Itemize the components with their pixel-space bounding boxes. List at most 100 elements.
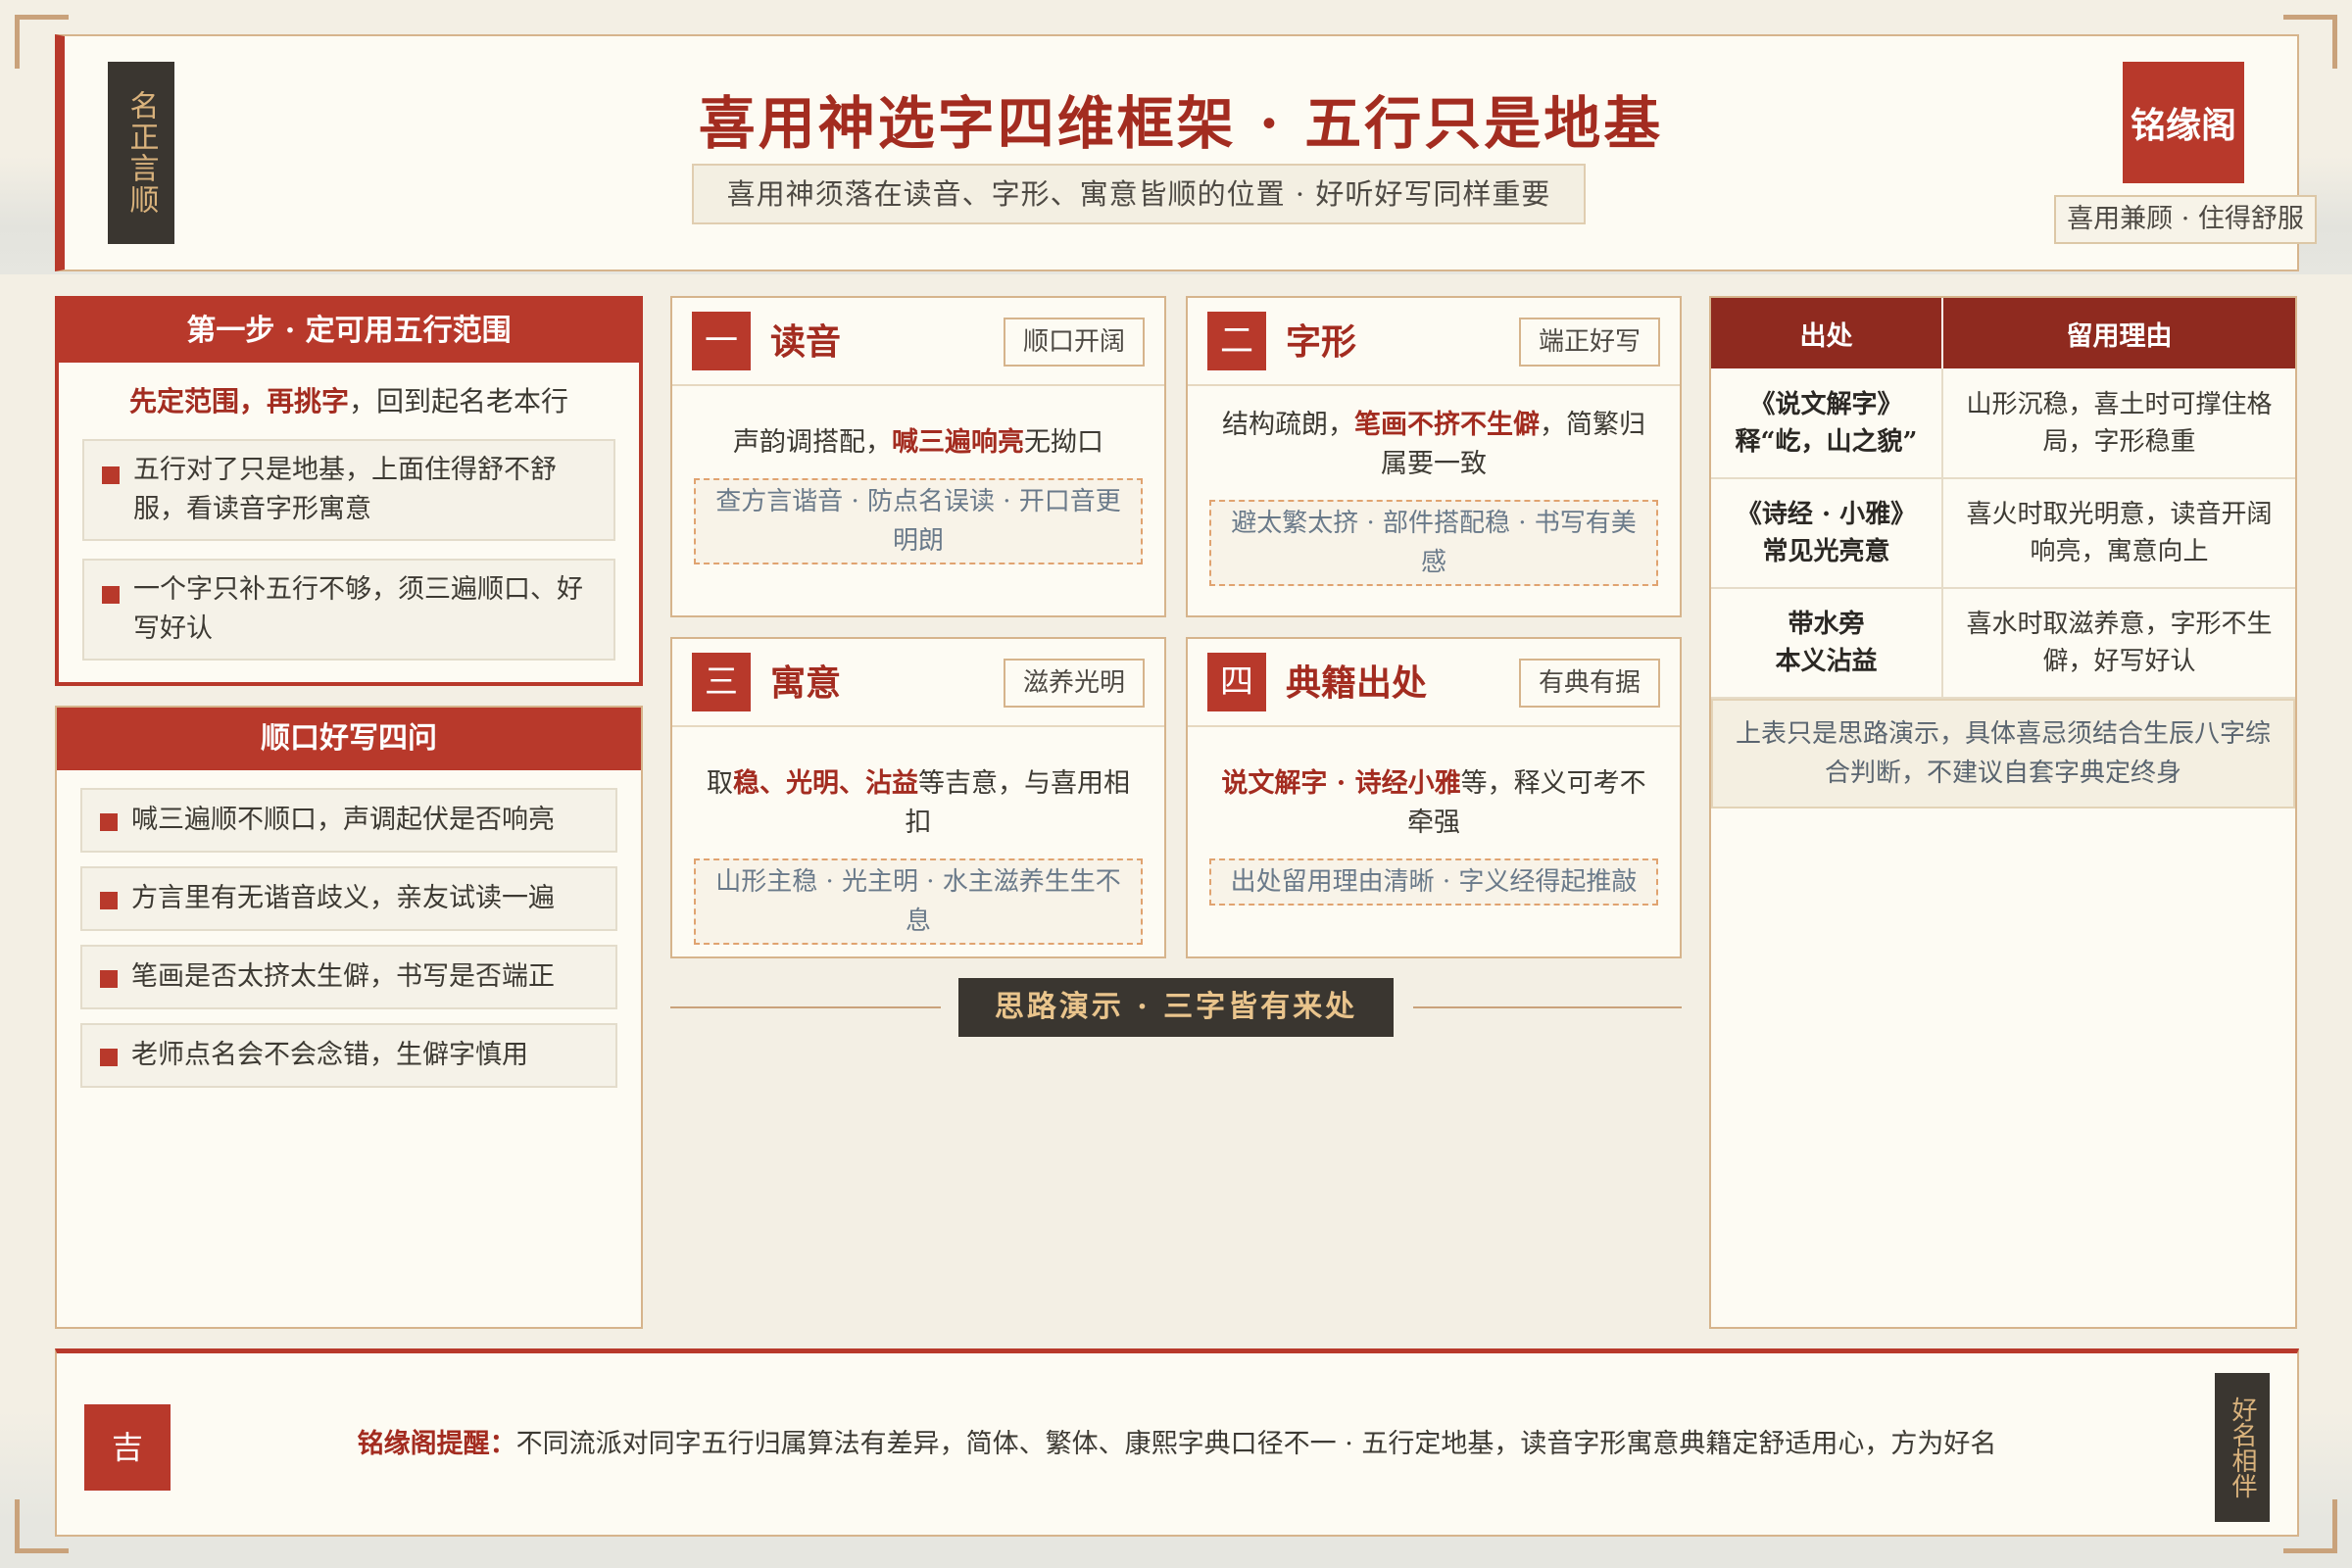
list-item: 方言里有无谐音歧义，亲友试读一遍 [80,866,617,931]
table-header-row: 出处 留用理由 [1711,298,2295,368]
card-number: 一 [692,312,751,370]
bullet-square-icon [102,586,120,604]
card-note: 山形主稳 · 光主明 · 水主滋养生生不息 [694,858,1143,945]
card-note: 查方言谐音 · 防点名误读 · 开口音更明朗 [694,478,1143,564]
card-desc-emphasis: 喊三遍响亮 [892,427,1024,458]
card-tag: 滋养光明 [1003,659,1145,708]
table-header-reason: 留用理由 [1942,298,2295,368]
card-desc-pre: 取 [707,768,733,799]
brand-stamp: 铭缘阁 [2123,62,2244,183]
card-title: 典籍出处 [1286,662,1428,704]
step-item-list: 五行对了只是地基，上面住得舒不舒服，看读音字形寓意 一个字只补五行不够，须三遍顺… [59,439,639,661]
ask-panel-title: 顺口好写四问 [57,708,641,770]
card-glyph-form: 二 字形 端正好写 结构疏朗，笔画不挤不生僻，简繁归属要一致 避太繁太挤 · 部… [1186,296,1682,617]
source-line-1: 带水旁 [1788,610,1865,639]
table-note: 上表只是思路演示，具体喜忌须结合生辰八字综合判断，不建议自套字典定终身 [1711,699,2295,808]
card-title: 寓意 [770,662,842,704]
table-row: 《说文解字》 释“屹，山之貌” 山形沉稳，喜土时可撑住格局，字形稳重 [1711,368,2295,479]
list-item: 五行对了只是地基，上面住得舒不舒服，看读音字形寓意 [82,439,615,541]
footer-reminder: 铭缘阁提醒：不同流派对同字五行归属算法有差异，简体、繁体、康熙字典口径不一 · … [57,1422,2297,1460]
source-line-1: 《说文解字》 [1749,389,1903,419]
card-desc-emphasis: 稳、光明、沾益 [733,768,918,799]
card-desc-post: 无拗口 [1024,427,1103,458]
bullet-square-icon [100,970,118,988]
card-desc-post: 等吉意，与喜用相扣 [905,768,1131,838]
list-item-text: 喊三遍顺不顺口，声调起伏是否响亮 [131,805,555,835]
bullet-square-icon [100,1049,118,1066]
list-item-text: 方言里有无谐音歧义，亲友试读一遍 [131,883,555,913]
page-title: 喜用神选字四维框架 · 五行只是地基 [698,90,1664,157]
card-desc-emphasis: 说文解字 · 诗经小雅 [1221,768,1461,799]
table-row: 《诗经 · 小雅》 常见光亮意 喜火时取光明意，读音开阔响亮，寓意向上 [1711,478,2295,589]
table-cell-reason: 山形沉稳，喜土时可撑住格局，字形稳重 [1942,368,2295,479]
card-tag: 端正好写 [1518,318,1660,367]
list-item-text: 五行对了只是地基，上面住得舒不舒服，看读音字形寓意 [133,455,557,524]
footer-label: 铭缘阁提醒： [357,1429,516,1459]
card-tag: 顺口开阔 [1003,318,1145,367]
source-line-1: 《诗经 · 小雅》 [1736,500,1917,529]
source-table: 出处 留用理由 《说文解字》 释“屹，山之貌” 山形沉稳，喜土时可撑住格局，字形… [1711,298,2295,699]
list-item-text: 老师点名会不会念错，生僻字慎用 [131,1040,528,1070]
step-lead-emphasis: 先定范围，再挑字 [128,385,349,417]
card-body: 结构疏朗，笔画不挤不生僻，简繁归属要一致 避太繁太挤 · 部件搭配稳 · 书写有… [1188,406,1680,586]
source-line-2: 常见光亮意 [1762,537,1890,566]
card-title: 读音 [770,321,842,363]
card-title: 字形 [1286,321,1357,363]
card-meaning: 三 寓意 滋养光明 取稳、光明、沾益等吉意，与喜用相扣 山形主稳 · 光主明 ·… [670,637,1166,958]
card-desc-pre: 声韵调搭配， [733,427,892,458]
step-lead-rest: ，回到起名老本行 [349,385,569,417]
step-panel-title: 第一步 · 定可用五行范围 [59,300,639,363]
card-note: 出处留用理由清晰 · 字义经得起推敲 [1209,858,1658,906]
table-cell-source: 《说文解字》 释“屹，山之貌” [1711,368,1943,479]
bullet-square-icon [102,466,120,484]
list-item-text: 笔画是否太挤太生僻，书写是否端正 [131,961,555,992]
card-number: 二 [1207,312,1266,370]
card-header: 三 寓意 滋养光明 [672,639,1164,727]
divider-badge: 思路演示 · 三字皆有来处 [958,978,1394,1037]
table-header-source: 出处 [1711,298,1943,368]
bullet-square-icon [100,813,118,831]
card-desc-emphasis: 笔画不挤不生僻 [1354,410,1540,440]
brand-tag: 喜用兼顾 · 住得舒服 [2054,195,2317,244]
list-item: 喊三遍顺不顺口，声调起伏是否响亮 [80,788,617,853]
card-header: 四 典籍出处 有典有据 [1188,639,1680,727]
bullet-square-icon [100,892,118,909]
table-cell-source: 《诗经 · 小雅》 常见光亮意 [1711,478,1943,589]
ask-item-list: 喊三遍顺不顺口，声调起伏是否响亮 方言里有无谐音歧义，亲友试读一遍 笔画是否太挤… [57,788,641,1088]
card-description: 取稳、光明、沾益等吉意，与喜用相扣 [694,764,1143,843]
card-number: 三 [692,653,751,711]
footer: 吉 铭缘阁提醒：不同流派对同字五行归属算法有差异，简体、繁体、康熙字典口径不一 … [55,1348,2299,1537]
step-panel: 第一步 · 定可用五行范围 先定范围，再挑字，回到起名老本行 五行对了只是地基，… [55,296,643,686]
header: 名正言顺 喜用神选字四维框架 · 五行只是地基 喜用神须落在读音、字形、寓意皆顺… [55,34,2317,271]
list-item-text: 一个字只补五行不够，须三遍顺口、好写好认 [133,574,583,644]
card-description: 说文解字 · 诗经小雅等，释义可考不牵强 [1209,764,1658,843]
table-cell-source: 带水旁 本义沾益 [1711,588,1943,699]
page-subtitle: 喜用神须落在读音、字形、寓意皆顺的位置 · 好听好写同样重要 [692,164,1586,224]
ask-panel: 顺口好写四问 喊三遍顺不顺口，声调起伏是否响亮 方言里有无谐音歧义，亲友试读一遍… [55,706,643,1329]
card-description: 声韵调搭配，喊三遍响亮无拗口 [694,423,1143,463]
card-description: 结构疏朗，笔画不挤不生僻，简繁归属要一致 [1209,406,1658,484]
list-item: 一个字只补五行不够，须三遍顺口、好写好认 [82,559,615,661]
divider-line-right [1413,1006,1682,1008]
step-lead: 先定范围，再挑字，回到起名老本行 [59,380,639,419]
card-header: 二 字形 端正好写 [1188,298,1680,386]
card-pronunciation: 一 读音 顺口开阔 声韵调搭配，喊三遍响亮无拗口 查方言谐音 · 防点名误读 ·… [670,296,1166,617]
table-row: 带水旁 本义沾益 喜水时取滋养意，字形不生僻，好写好认 [1711,588,2295,699]
card-body: 取稳、光明、沾益等吉意，与喜用相扣 山形主稳 · 光主明 · 水主滋养生生不息 [672,764,1164,945]
list-item: 老师点名会不会念错，生僻字慎用 [80,1023,617,1088]
card-body: 说文解字 · 诗经小雅等，释义可考不牵强 出处留用理由清晰 · 字义经得起推敲 [1188,764,1680,906]
source-line-2: 本义沾益 [1775,647,1878,676]
card-classic-source: 四 典籍出处 有典有据 说文解字 · 诗经小雅等，释义可考不牵强 出处留用理由清… [1186,637,1682,958]
card-header: 一 读音 顺口开阔 [672,298,1164,386]
card-note: 避太繁太挤 · 部件搭配稳 · 书写有美感 [1209,500,1658,586]
seal-right: 好名相伴 [2215,1373,2270,1522]
list-item: 笔画是否太挤太生僻，书写是否端正 [80,945,617,1009]
card-desc-pre: 结构疏朗， [1222,410,1354,440]
card-number: 四 [1207,653,1266,711]
source-line-2: 释“屹，山之貌” [1735,426,1918,457]
table-cell-reason: 喜火时取光明意，读音开阔响亮，寓意向上 [1942,478,2295,589]
card-tag: 有典有据 [1518,659,1660,708]
table-cell-reason: 喜水时取滋养意，字形不生僻，好写好认 [1942,588,2295,699]
footer-text: 不同流派对同字五行归属算法有差异，简体、繁体、康熙字典口径不一 · 五行定地基，… [515,1429,1997,1459]
source-table-panel: 出处 留用理由 《说文解字》 释“屹，山之貌” 山形沉稳，喜土时可撑住格局，字形… [1709,296,2297,1329]
